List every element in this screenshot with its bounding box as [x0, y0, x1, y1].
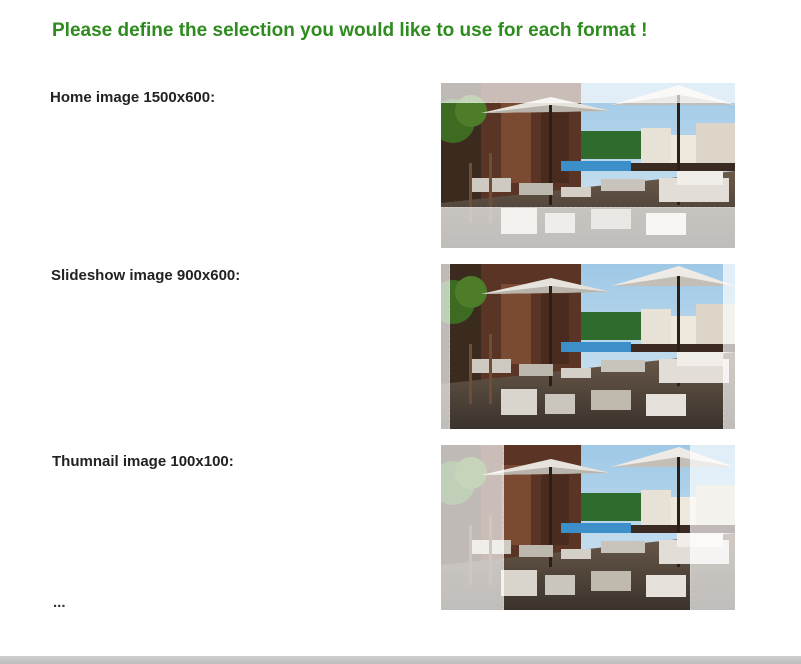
slideshow-image-selection[interactable] — [449, 264, 724, 429]
slideshow-image-mask-left — [441, 264, 450, 429]
slideshow-image-mask-right — [723, 264, 735, 429]
thumbnail-image-mask-right — [690, 445, 735, 610]
home-image-mask-bottom — [441, 207, 735, 248]
home-image-selection[interactable] — [441, 102, 735, 208]
home-image-mask-top — [441, 83, 735, 103]
thumbnail-image-crop-editor[interactable] — [441, 445, 735, 610]
slideshow-image-crop-editor[interactable] — [441, 264, 735, 429]
home-image-label: Home image 1500x600: — [50, 89, 216, 106]
thumbnail-image-label: Thumnail image 100x100: — [52, 453, 234, 470]
home-image-crop-editor[interactable] — [441, 83, 735, 248]
footer-bar — [0, 656, 801, 664]
more-formats-ellipsis: ... — [53, 594, 66, 611]
thumbnail-image-mask-left — [441, 445, 504, 610]
slideshow-image-label: Slideshow image 900x600: — [51, 267, 241, 284]
thumbnail-image-selection[interactable] — [503, 445, 691, 610]
page-heading: Please define the selection you would li… — [52, 20, 648, 41]
